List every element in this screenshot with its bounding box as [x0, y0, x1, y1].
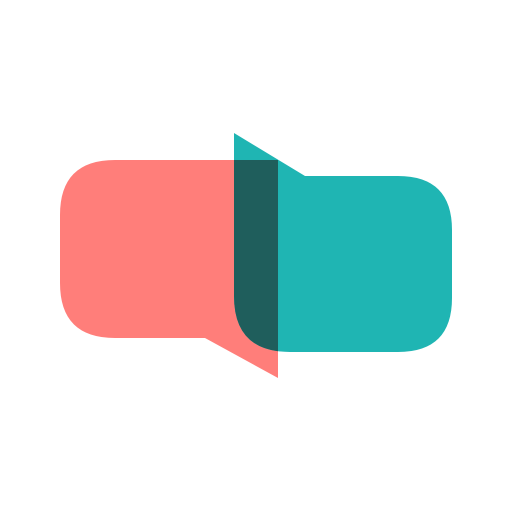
app-icon-canvas	[0, 0, 512, 512]
chat-bubbles-logo	[60, 133, 452, 378]
